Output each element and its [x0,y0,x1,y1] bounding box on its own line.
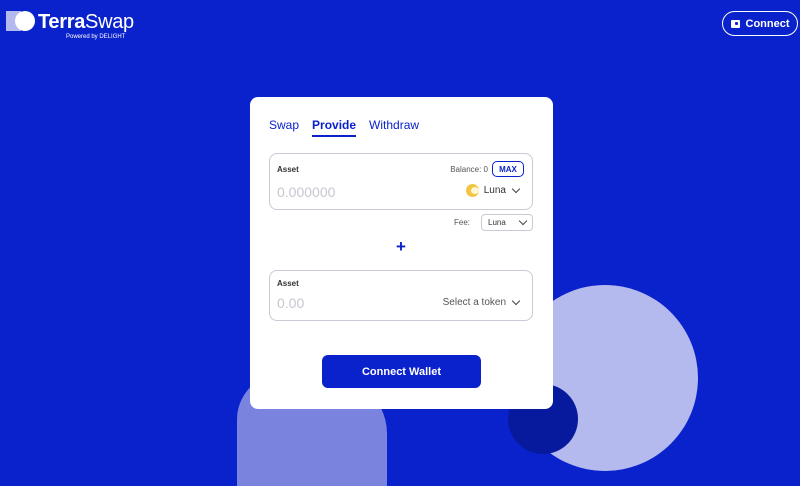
asset-input-box-1: Asset Balance: 0 MAX 0.000000 Luna [269,153,533,210]
chevron-down-icon [518,216,528,226]
tab-withdraw[interactable]: Withdraw [369,118,419,137]
wallet-icon [730,19,740,28]
token-select-1[interactable]: Luna [465,184,521,197]
provide-card: Swap Provide Withdraw Asset Balance: 0 M… [250,97,553,409]
fee-select[interactable]: Luna [481,214,533,231]
balance-text: Balance: 0 [450,165,488,174]
fee-select-value: Luna [488,218,506,227]
amount-input-1[interactable]: 0.000000 [277,184,335,200]
logo-tagline: Powered by DELIGHT [66,34,126,40]
connect-wallet-button[interactable]: Connect Wallet [322,355,481,388]
connect-button-label: Connect [745,17,790,30]
token-select-2[interactable]: Select a token [442,296,521,308]
luna-icon [465,184,479,197]
tab-swap[interactable]: Swap [269,118,299,137]
asset-label: Asset [277,279,299,288]
tab-bar: Swap Provide Withdraw [269,118,419,137]
plus-icon: + [396,237,406,256]
amount-input-2[interactable]: 0.00 [277,295,304,311]
max-button[interactable]: MAX [492,161,524,177]
terraswap-logo[interactable]: TerraSwap Powered by DELIGHT [6,11,134,41]
asset-label: Asset [277,165,299,174]
tab-provide[interactable]: Provide [312,118,357,137]
logo-wordmark: TerraSwap [38,11,134,33]
logo-text: TerraSwap Powered by DELIGHT [38,11,134,41]
token-select-label: Select a token [442,297,506,308]
chevron-down-icon [511,296,521,306]
connect-button[interactable]: Connect [722,11,798,36]
terraswap-logo-icon [6,11,36,31]
token-select-label: Luna [483,185,506,196]
chevron-down-icon [511,184,521,194]
fee-label: Fee: [454,218,471,227]
asset-input-box-2: Asset 0.00 Select a token [269,270,533,321]
